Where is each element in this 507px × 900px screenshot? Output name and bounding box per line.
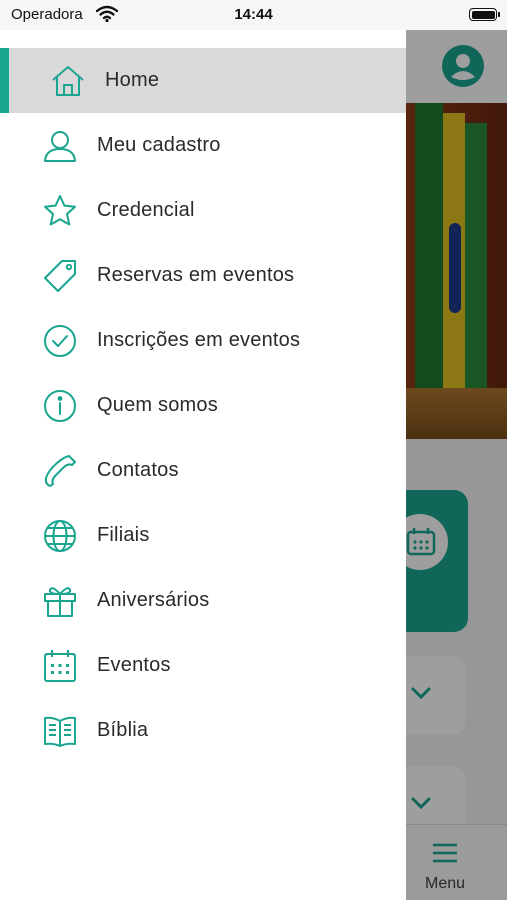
drawer-item-contatos[interactable]: Contatos <box>0 438 406 503</box>
calendar-icon <box>42 648 78 684</box>
drawer-item-reservas-em-eventos[interactable]: Reservas em eventos <box>0 243 406 308</box>
drawer-item-label: Bíblia <box>97 719 149 741</box>
battery-icon <box>469 8 500 21</box>
drawer-item-label: Reservas em eventos <box>97 264 295 286</box>
gift-icon <box>42 583 78 619</box>
drawer-item-label: Credencial <box>97 199 195 221</box>
status-time: 14:44 <box>234 6 273 23</box>
drawer-item-label: Filiais <box>97 524 150 546</box>
book-icon <box>42 713 78 749</box>
navigation-drawer: Home Meu cadastro Credencial Reservas em… <box>0 30 406 900</box>
drawer-item-label: Quem somos <box>97 394 218 416</box>
drawer-item-biblia[interactable]: Bíblia <box>0 698 406 763</box>
drawer-item-home[interactable]: Home <box>0 48 406 113</box>
drawer-item-aniversarios[interactable]: Aniversários <box>0 568 406 633</box>
drawer-item-label: Contatos <box>97 459 179 481</box>
drawer-item-label: Home <box>105 69 160 91</box>
info-icon <box>42 388 78 424</box>
globe-icon <box>42 518 78 554</box>
drawer-item-quem-somos[interactable]: Quem somos <box>0 373 406 438</box>
drawer-item-credencial[interactable]: Credencial <box>0 178 406 243</box>
drawer-item-label: Aniversários <box>97 589 210 611</box>
user-icon <box>42 128 78 164</box>
check-circle-icon <box>42 323 78 359</box>
drawer-item-eventos[interactable]: Eventos <box>0 633 406 698</box>
drawer-item-inscricoes-em-eventos[interactable]: Inscrições em eventos <box>0 308 406 373</box>
star-icon <box>42 193 78 229</box>
drawer-item-label: Meu cadastro <box>97 134 221 156</box>
drawer-item-filiais[interactable]: Filiais <box>0 503 406 568</box>
home-icon <box>50 63 86 99</box>
status-bar: Operadora 14:44 <box>0 0 507 30</box>
tag-icon <box>42 258 78 294</box>
drawer-item-label: Eventos <box>97 654 171 676</box>
drawer-item-label: Inscrições em eventos <box>97 329 301 351</box>
drawer-menu: Home Meu cadastro Credencial Reservas em… <box>0 48 406 763</box>
phone-icon <box>42 453 78 489</box>
drawer-item-meu-cadastro[interactable]: Meu cadastro <box>0 113 406 178</box>
